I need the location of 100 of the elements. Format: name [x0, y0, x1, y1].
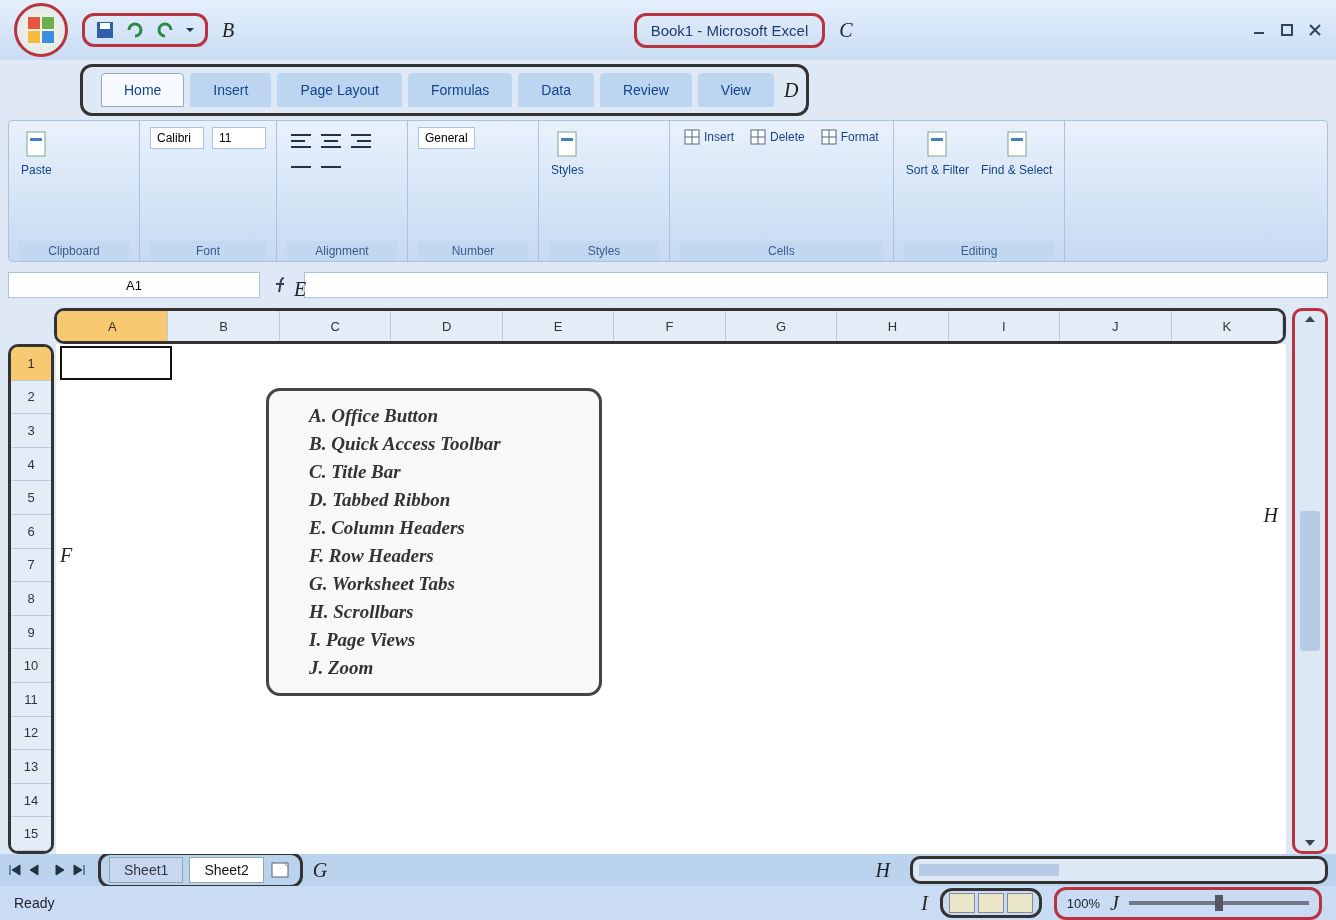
ribbon-button[interactable]: Sort & Filter	[903, 127, 972, 179]
worksheet-grid[interactable]: A. Office Button B. Quick Access Toolbar C. Title Bar D. Tabbed Ribbon E. Column Headers F. Row Headers G. Worksheet Tabs H. Scrollbars I. Page Views J. Zoom F H	[56, 344, 1286, 854]
row-header[interactable]: 11	[11, 682, 51, 717]
group-label: Editing	[903, 241, 1055, 261]
row-header[interactable]: 9	[11, 615, 51, 650]
navigation-arrows-icon[interactable]	[8, 864, 88, 876]
ribbon-tab[interactable]: Home	[101, 73, 185, 107]
column-header[interactable]: D	[391, 311, 503, 341]
maximize-icon[interactable]	[1280, 23, 1294, 37]
row-header[interactable]: 14	[11, 783, 51, 818]
normal-view-button[interactable]	[948, 893, 975, 913]
row-header[interactable]: 8	[11, 582, 51, 616]
row-header[interactable]: 10	[11, 649, 51, 683]
scroll-thumb[interactable]	[919, 864, 1059, 876]
legend-item: J. Zoom	[309, 657, 375, 679]
grid-icon	[684, 129, 700, 145]
horizontal-scrollbar[interactable]	[910, 856, 1328, 884]
legend-item: I. Page Views	[309, 629, 417, 651]
ribbon-button[interactable]: Delete	[746, 127, 809, 147]
group-label: Number	[418, 241, 528, 261]
column-header[interactable]: C	[279, 311, 392, 341]
ribbon-button[interactable]: Paste	[19, 127, 54, 179]
ribbon-tab[interactable]: Insert	[190, 73, 272, 107]
callout-letter: H	[875, 858, 890, 882]
page-layout-view-button[interactable]	[977, 893, 1004, 913]
page-break-view-button[interactable]	[1006, 893, 1033, 913]
sheet-tab[interactable]: Sheet2	[189, 857, 264, 883]
new-sheet-icon[interactable]	[269, 861, 292, 879]
office-button[interactable]	[14, 3, 68, 57]
callout-letter: E	[294, 278, 307, 301]
ribbon-tab[interactable]: Review	[599, 73, 692, 107]
row-header[interactable]: 6	[11, 514, 51, 549]
group-label: Font	[150, 241, 266, 261]
row-header[interactable]: 3	[11, 414, 51, 448]
legend-item: E. Column Headers	[309, 517, 466, 539]
callout-letter: C	[839, 18, 853, 42]
column-header[interactable]: E	[502, 311, 615, 341]
ribbon-tab[interactable]: Formulas	[408, 73, 513, 107]
ribbon-button[interactable]: Find & Select	[979, 127, 1055, 179]
column-header[interactable]: A	[57, 311, 169, 341]
group-label: Styles	[549, 241, 659, 261]
ribbon-button[interactable]: Format	[816, 127, 883, 147]
callout-letter: J	[1110, 891, 1119, 915]
row-header[interactable]: 5	[11, 481, 51, 515]
column-header[interactable]: B	[168, 311, 280, 341]
legend-item: C. Title Bar	[309, 461, 402, 483]
legend-item: G. Worksheet Tabs	[309, 573, 456, 595]
callout-letter: F	[60, 544, 73, 567]
save-icon[interactable]	[95, 20, 115, 40]
combo-box[interactable]: General	[418, 127, 475, 149]
office-logo-icon	[26, 15, 56, 45]
ribbon-tab[interactable]: Page Layout	[277, 73, 402, 107]
down-arrow-icon[interactable]	[1304, 839, 1316, 847]
redo-icon[interactable]	[155, 20, 175, 40]
legend-item: B. Quick Access Toolbar	[309, 433, 502, 455]
column-header[interactable]: J	[1060, 311, 1172, 341]
column-header[interactable]: F	[614, 311, 726, 341]
group-label: Clipboard	[19, 241, 129, 261]
undo-icon[interactable]	[125, 20, 145, 40]
status-text: Ready	[14, 895, 55, 911]
close-icon[interactable]	[1308, 23, 1322, 37]
legend-item: A. Office Button	[309, 405, 439, 427]
callout-letter: I	[921, 891, 928, 915]
legend-item: H. Scrollbars	[309, 601, 415, 623]
window-title: Book1 - Microsoft Excel	[649, 20, 810, 41]
ribbon-button[interactable]: Styles	[549, 127, 586, 179]
row-header[interactable]: 2	[11, 380, 51, 415]
active-cell[interactable]	[60, 346, 172, 380]
row-header[interactable]: 1	[11, 347, 51, 381]
row-header[interactable]: 15	[11, 817, 51, 851]
callout-letter: H	[1263, 504, 1278, 527]
legend-item: D. Tabbed Ribbon	[309, 489, 452, 511]
column-header[interactable]: H	[837, 311, 949, 341]
zoom-level[interactable]: 100%	[1066, 895, 1101, 911]
ribbon-button[interactable]: Insert	[680, 127, 738, 147]
callout-letter: D	[783, 78, 799, 102]
vertical-scrollbar[interactable]	[1292, 308, 1328, 854]
up-arrow-icon[interactable]	[1304, 315, 1316, 323]
sheet-tab[interactable]: Sheet1	[109, 857, 184, 883]
callout-letter: B	[222, 18, 235, 42]
name-box[interactable]: A1	[8, 272, 260, 298]
column-header[interactable]: G	[725, 311, 838, 341]
column-header[interactable]: I	[948, 311, 1061, 341]
row-header[interactable]: 13	[11, 750, 51, 784]
combo-box[interactable]: Calibri	[150, 127, 204, 149]
ribbon-tab[interactable]: Data	[518, 73, 594, 107]
row-header[interactable]: 7	[11, 548, 51, 583]
scroll-thumb[interactable]	[1300, 511, 1320, 651]
column-header[interactable]: K	[1171, 311, 1283, 341]
slider-thumb[interactable]	[1215, 895, 1223, 911]
combo-box[interactable]: 11	[212, 127, 266, 149]
caret-icon[interactable]	[185, 25, 195, 35]
grid-icon	[750, 129, 766, 145]
ribbon-tab[interactable]: View	[697, 73, 774, 107]
formula-field[interactable]	[304, 272, 1328, 298]
callout-letter: G	[312, 858, 328, 882]
row-header[interactable]: 12	[11, 716, 51, 751]
row-header[interactable]: 4	[11, 447, 51, 482]
group-label: Alignment	[287, 241, 397, 261]
grid-icon	[820, 129, 837, 145]
